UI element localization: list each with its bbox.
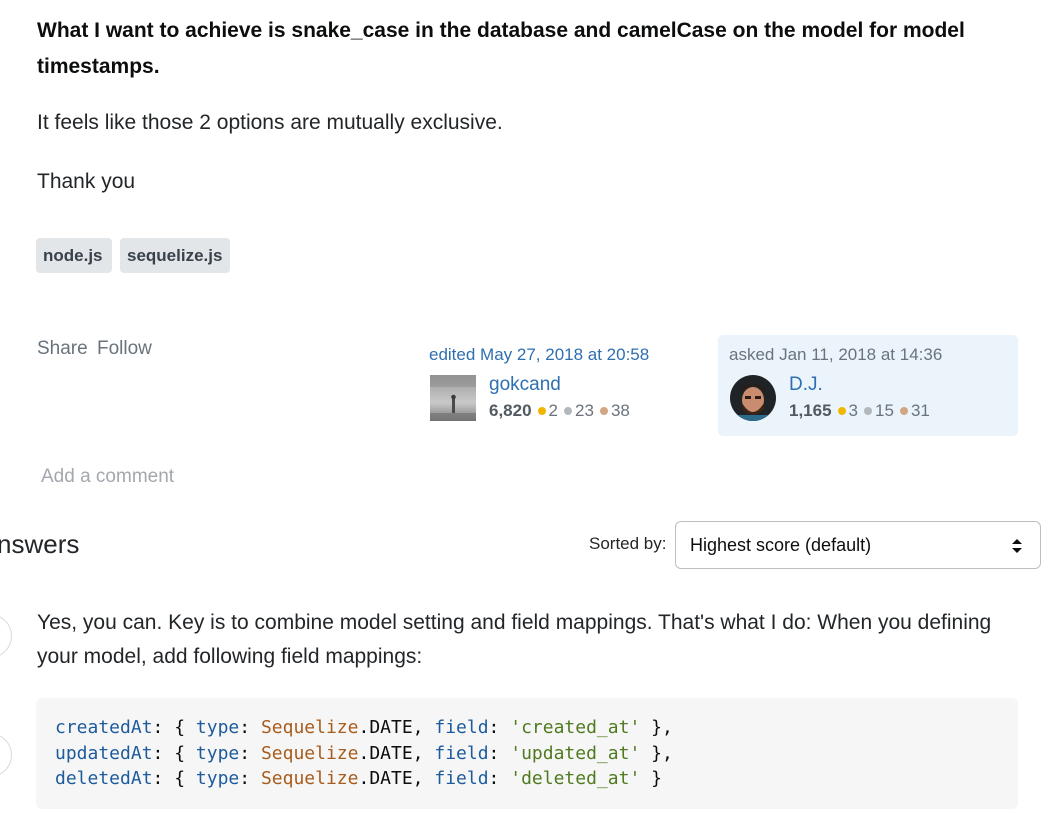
silver-badge-count: 23 (575, 401, 594, 420)
sort-select[interactable]: Highest score (default) (675, 521, 1041, 569)
gold-badge-icon (537, 407, 546, 415)
tag-sequelizejs[interactable]: sequelize.js (120, 238, 230, 273)
tag-nodejs[interactable]: node.js (36, 238, 112, 273)
code-content: createdAt: { type: Sequelize.DATE, field… (55, 715, 673, 792)
question-paragraph: It feels like those 2 options are mutual… (37, 111, 503, 134)
sort-selected-value: Highest score (default) (690, 535, 872, 555)
add-comment-link[interactable]: Add a comment (41, 466, 174, 488)
reputation-score: 6,820 (489, 401, 532, 420)
edited-timestamp-link[interactable]: edited May 27, 2018 at 20:58 (429, 345, 649, 365)
gold-badge-count: 2 (548, 401, 559, 420)
answers-heading: nswers (0, 529, 80, 559)
silver-badge-icon (564, 407, 573, 415)
asker-avatar[interactable] (730, 375, 776, 421)
code-block: createdAt: { type: Sequelize.DATE, field… (36, 698, 1018, 809)
asked-timestamp[interactable]: asked Jan 11, 2018 at 14:36 (729, 345, 942, 365)
question-emphasis-text: What I want to achieve is snake_case in … (37, 19, 965, 78)
reputation-score: 1,165 (789, 401, 832, 420)
gold-badge-icon (837, 407, 846, 415)
upvote-button[interactable] (0, 614, 12, 658)
code-line: updatedAt: { type: Sequelize.DATE, field… (55, 742, 673, 764)
share-link[interactable]: Share (37, 338, 88, 360)
silver-badge-icon (864, 407, 873, 415)
code-line: deletedAt: { type: Sequelize.DATE, field… (55, 768, 662, 789)
bronze-badge-icon (599, 407, 608, 415)
sort-label: Sorted by: (589, 534, 667, 553)
code-line: createdAt: { type: Sequelize.DATE, field… (55, 717, 673, 738)
asker-name-link[interactable]: D.J. (789, 374, 823, 396)
silver-badge-count: 15 (875, 401, 894, 420)
bronze-badge-count: 31 (910, 401, 930, 420)
bronze-badge-count: 38 (610, 401, 630, 420)
bronze-badge-icon (899, 407, 908, 415)
editor-name-link[interactable]: gokcand (489, 374, 561, 396)
asker-reputation-row: 1,165 3 15 31 (789, 401, 930, 421)
answer-text: Yes, you can. Key is to combine model se… (37, 611, 992, 668)
follow-link[interactable]: Follow (97, 338, 152, 360)
editor-reputation-row: 6,820 2 23 38 (489, 401, 630, 421)
question-paragraph: Thank you (37, 170, 136, 193)
downvote-button[interactable] (0, 733, 12, 777)
sort-updown-icon (1012, 539, 1022, 553)
gold-badge-count: 3 (848, 401, 859, 420)
editor-avatar[interactable] (430, 375, 476, 421)
